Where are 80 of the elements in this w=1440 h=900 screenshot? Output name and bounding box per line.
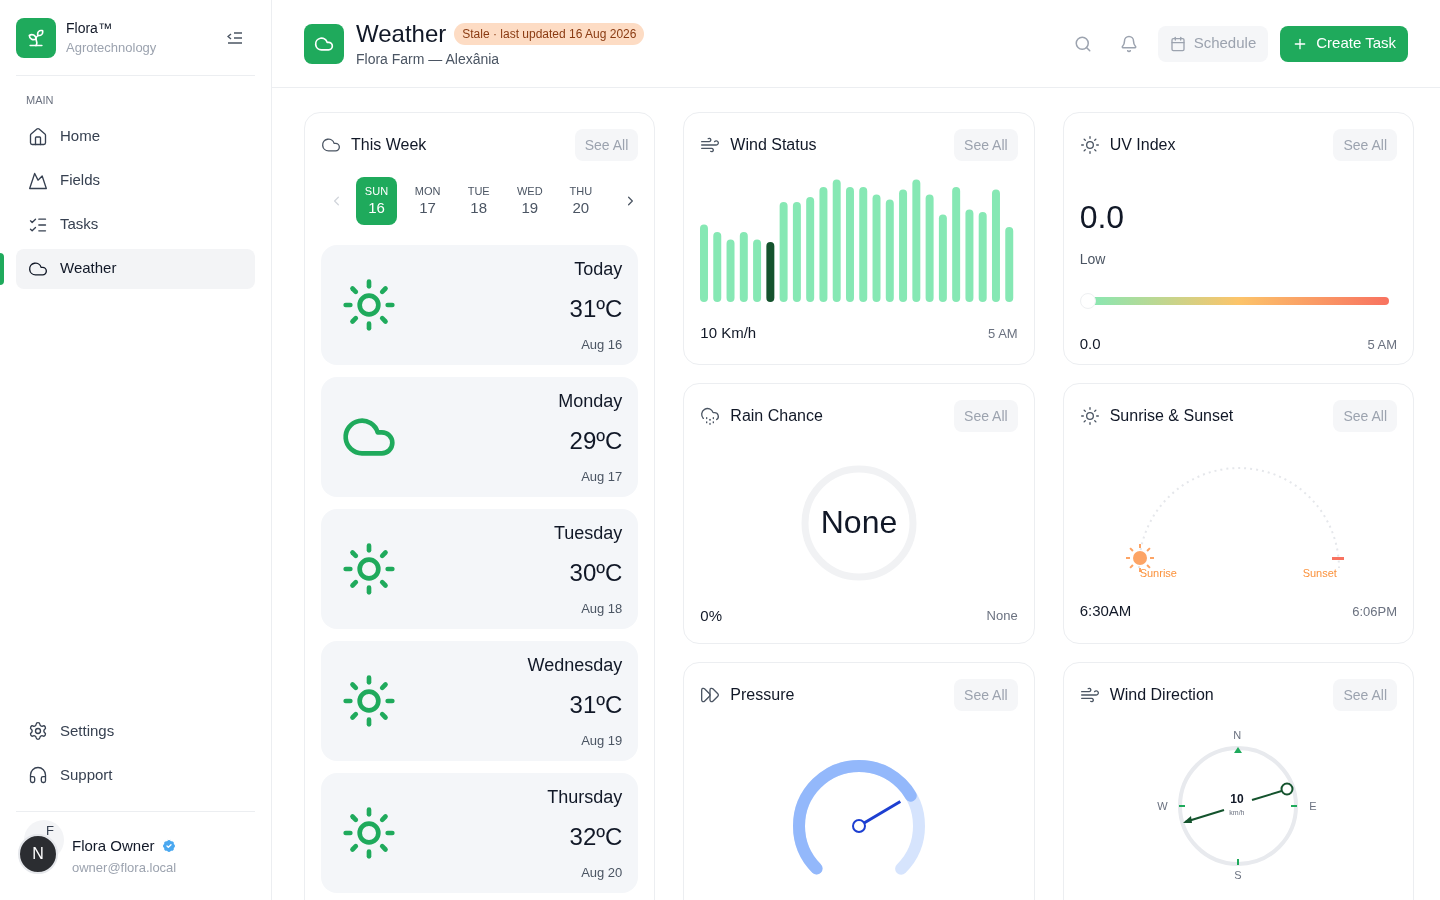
cloud-icon	[321, 135, 341, 155]
sun-icon	[341, 277, 397, 333]
sprout-icon	[26, 27, 46, 48]
uv-thumb[interactable]	[1079, 293, 1096, 309]
card-title: UV Index	[1109, 135, 1176, 155]
forecast-temp: 32ºC	[569, 821, 623, 852]
bell-icon[interactable]	[1119, 34, 1138, 53]
sun-icon	[1079, 135, 1100, 155]
forecast-temp: 31ºC	[569, 689, 623, 720]
settings-icon	[28, 721, 48, 741]
calendar-icon	[1169, 35, 1186, 52]
forecast-temp: 31ºC	[569, 293, 623, 324]
home-icon	[28, 126, 48, 147]
forecast-day: Tuesday	[553, 519, 623, 547]
reading-value: 10 Km/h	[700, 323, 757, 343]
rain-cloud-icon	[700, 406, 721, 426]
sun-icon	[341, 673, 397, 729]
forecast-date: Aug 18	[581, 599, 623, 618]
forecast-temp: 30ºC	[569, 557, 623, 588]
forecast-date: Aug 20	[581, 863, 623, 882]
day-tab[interactable]: MON 17	[407, 177, 449, 225]
sidebar-item[interactable]: Fields	[16, 160, 255, 201]
forecast-date: Aug 19	[581, 731, 623, 750]
compass-north: N	[1233, 728, 1242, 743]
forecast-day: Monday	[558, 387, 623, 415]
user-name: Flora Owner	[72, 836, 155, 856]
active-indicator	[0, 252, 4, 285]
sun-icon	[1079, 406, 1100, 426]
section-label: MAIN	[26, 93, 55, 108]
forecast-day: Wednesday	[527, 651, 623, 679]
day-tab[interactable]: THU 20	[560, 177, 602, 225]
reading-value: 6:30AM	[1079, 601, 1132, 621]
forecast-day: Thursday	[547, 783, 623, 811]
brand-name: Flora™	[66, 18, 113, 38]
wind-speed: 10	[1230, 793, 1244, 805]
compass-east: E	[1309, 799, 1317, 814]
sun-icon	[341, 541, 397, 597]
compass-south: S	[1234, 868, 1242, 883]
card-title: Pressure	[730, 685, 795, 705]
sidebar-item[interactable]: Support	[16, 755, 255, 795]
forecast-date: Aug 16	[581, 335, 623, 354]
collapse-sidebar-icon[interactable]	[227, 30, 243, 45]
avatar: N	[18, 834, 58, 874]
reading-value: 0%	[700, 605, 722, 626]
forecast-date: Aug 17	[581, 467, 623, 486]
page-subtitle: Flora Farm — Alexânia	[356, 49, 501, 69]
sidebar-item[interactable]: Weather	[16, 248, 255, 289]
card-title: Wind Status	[730, 135, 817, 155]
sidebar-item[interactable]: Settings	[16, 711, 255, 751]
reading-time: 6:06PM	[1352, 602, 1397, 621]
uv-value: 0.0	[1079, 201, 1126, 233]
page-title: Weather	[356, 18, 447, 49]
reading-time: 5 AM	[1367, 335, 1397, 354]
card-title: Rain Chance	[730, 406, 823, 426]
fast-forward-icon	[700, 685, 721, 705]
sidebar-item[interactable]: Home	[16, 116, 255, 157]
reading-value: 0.0	[1079, 334, 1101, 354]
user-email: owner@flora.local	[72, 858, 177, 877]
uv-rating: Low	[1079, 250, 1107, 269]
sidebar-item[interactable]: Tasks	[16, 204, 255, 245]
day-tab[interactable]: WED 19	[509, 177, 551, 225]
reading-time: None	[986, 607, 1018, 625]
wind-icon	[1079, 685, 1100, 705]
card-title: Sunrise & Sunset	[1109, 406, 1234, 426]
forecast-day: Today	[574, 255, 623, 283]
rain-value: None	[820, 506, 898, 539]
sunset-label: Sunset	[1302, 568, 1337, 579]
brand-tagline: Agrotechnology	[66, 38, 158, 57]
stale-badge: Stale · last updated 16 Aug 2026	[454, 22, 645, 45]
search-icon[interactable]	[1073, 34, 1092, 53]
card-title: This Week	[351, 135, 427, 155]
compass-west: W	[1157, 799, 1168, 814]
sunset-marker	[1331, 557, 1344, 560]
card-title: Wind Direction	[1109, 685, 1214, 705]
reading-time: 5 AM	[988, 324, 1018, 343]
sun-icon	[341, 805, 397, 861]
wind-icon	[700, 135, 721, 155]
sunrise-label: Sunrise	[1139, 568, 1177, 579]
forecast-temp: 29ºC	[569, 425, 623, 456]
day-tab[interactable]: TUE 18	[458, 177, 500, 225]
